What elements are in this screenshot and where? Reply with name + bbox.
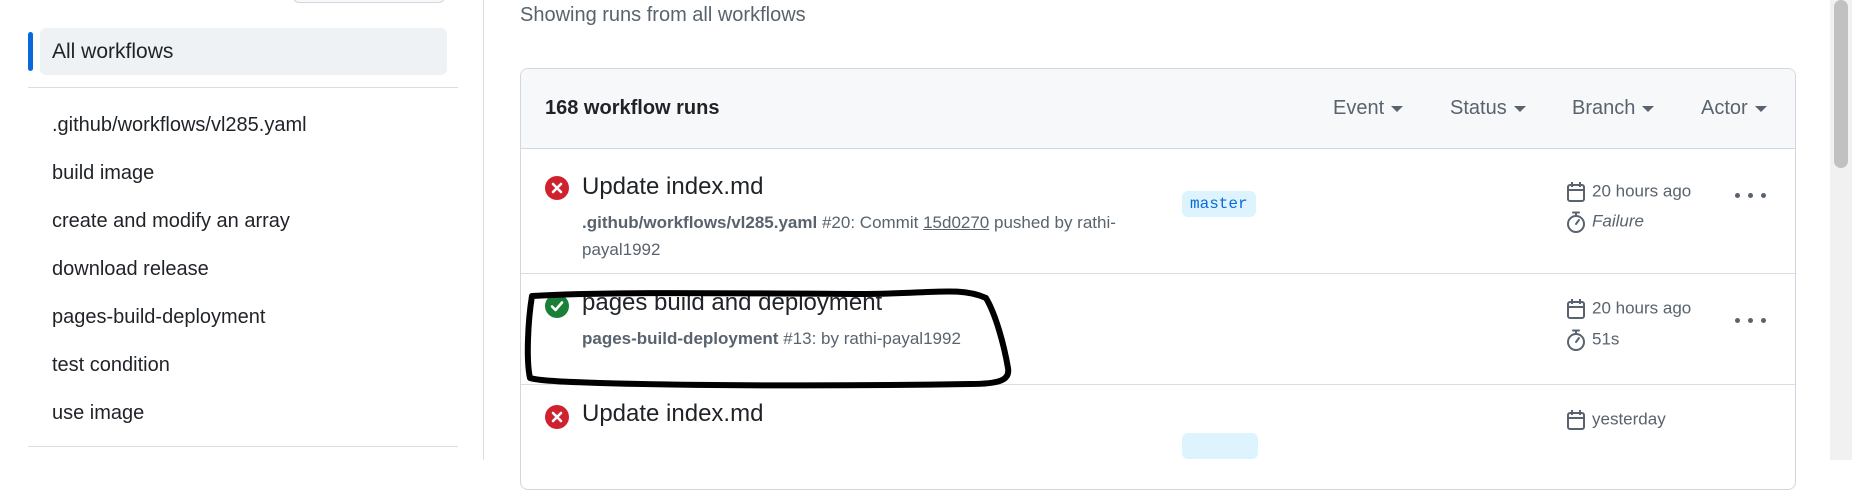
commit-sha-link[interactable]: 15d0270 [923,213,989,232]
active-indicator [28,32,33,71]
caret-down-icon [1391,105,1404,112]
sidebar-item-all-workflows[interactable]: All workflows [28,28,447,75]
run-workflow-name: pages-build-deployment [582,329,779,348]
sidebar-item-use-image[interactable]: use image [52,399,144,427]
status-filter-label: Status [1450,97,1507,119]
run-row[interactable]: Update index.md yesterday [521,385,1795,489]
kebab-horizontal-icon[interactable] [1733,308,1769,332]
run-actor-text: : by rathi-payal1992 [811,329,961,348]
check-circle-fill-icon [545,294,569,318]
run-actor-text-cont: payal1992 [582,240,661,259]
x-circle-fill-icon [545,176,569,200]
calendar-icon [1567,410,1585,430]
run-actor-text: pushed by rathi- [989,213,1116,232]
workflow-runs-list: 168 workflow runs Event Status Branch Ac… [520,68,1796,490]
run-title[interactable]: Update index.md [582,400,763,428]
run-title[interactable]: pages build and deployment [582,289,882,317]
run-number: #20 [821,213,851,232]
run-number: #13 [783,329,812,348]
showing-runs-text: Showing runs from all workflows [520,4,806,26]
sidebar-item-pages-build-deployment[interactable]: pages-build-deployment [52,303,265,331]
run-duration-text: 51s [1592,329,1620,349]
sidebar-top-button[interactable] [293,0,445,3]
calendar-icon [1567,299,1585,319]
run-time-text: 20 hours ago [1592,181,1692,201]
stopwatch-icon [1567,211,1585,233]
caret-down-icon [1754,105,1767,112]
branch-filter[interactable]: Branch [1572,69,1655,148]
sidebar-item-vl285-yaml[interactable]: .github/workflows/vl285.yaml [52,111,307,139]
event-filter[interactable]: Event [1333,69,1404,148]
run-time-text: 20 hours ago [1592,298,1692,318]
sidebar-item-build-image[interactable]: build image [52,159,154,187]
page-scrollbar[interactable] [1830,0,1852,460]
kebab-horizontal-icon[interactable] [1733,183,1769,207]
runs-count: 168 workflow runs [545,97,720,119]
run-timestamp: yesterday [1566,409,1666,431]
branch-badge[interactable]: master [1182,191,1256,217]
x-circle-fill-icon [545,405,569,429]
sidebar-item-download-release[interactable]: download release [52,255,209,283]
run-duration: Failure [1566,211,1644,233]
run-meta: pages-build-deployment #13: by rathi-pay… [582,325,961,352]
actor-filter-label: Actor [1701,97,1748,119]
event-filter-label: Event [1333,97,1385,119]
branch-badge[interactable] [1182,433,1258,459]
runs-list-header: 168 workflow runs Event Status Branch Ac… [521,69,1795,149]
sidebar-divider [28,446,458,447]
stopwatch-icon [1567,329,1585,351]
calendar-icon [1567,182,1585,202]
run-title[interactable]: Update index.md [582,173,763,201]
run-row[interactable]: pages build and deployment pages-build-d… [521,274,1795,385]
sidebar-border [483,0,484,460]
sidebar-item-test-condition[interactable]: test condition [52,351,170,379]
caret-down-icon [1642,105,1655,112]
actor-filter[interactable]: Actor [1701,69,1767,148]
run-workflow-name: .github/workflows/vl285.yaml [582,213,818,232]
workflow-sidebar: All workflows .github/workflows/vl285.ya… [0,0,483,460]
branch-filter-label: Branch [1572,97,1636,119]
run-duration: 51s [1566,329,1619,351]
sidebar-item-label: All workflows [52,40,174,63]
scrollbar-thumb[interactable] [1834,0,1848,168]
run-timestamp: 20 hours ago [1566,298,1691,320]
run-event-prefix: : Commit [850,213,924,232]
run-row[interactable]: Update index.md .github/workflows/vl285.… [521,149,1795,274]
caret-down-icon [1513,105,1526,112]
status-filter[interactable]: Status [1450,69,1526,148]
sidebar-item-create-and-modify-an-array[interactable]: create and modify an array [52,207,290,235]
run-meta: .github/workflows/vl285.yaml #20: Commit… [582,209,1142,263]
run-duration-text: Failure [1592,211,1644,231]
run-time-text: yesterday [1592,409,1666,429]
run-timestamp: 20 hours ago [1566,181,1691,203]
sidebar-divider [28,87,458,88]
